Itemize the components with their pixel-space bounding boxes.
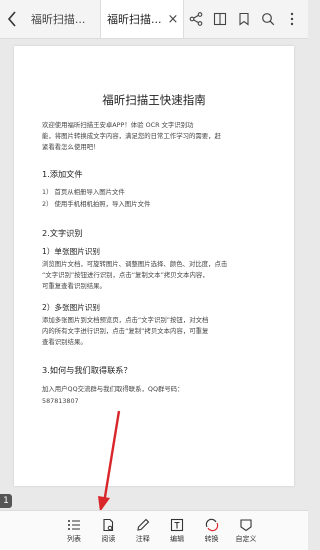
intro-line-1: 欢迎使用福昕扫描王安卓APP！体验 OCR 文字识别功 [42, 121, 194, 129]
section-2-sub-1: 1）单张图片识别 [42, 247, 100, 256]
annotate-icon [137, 518, 150, 531]
intro-line-3: 紧看看怎么使用吧！ [42, 143, 100, 151]
section-2-sub-1-line-1: 浏览图片文档，可旋转图片、调整图片选择、颜色、对比度，点击 [42, 260, 228, 268]
list-label: 列表 [67, 534, 81, 543]
intro-line-2: 能，将图片转换成文字内容，满足您的日常工作学习的需要，赶 [42, 132, 221, 140]
share-button[interactable] [184, 7, 208, 31]
section-2-sub-1-line-2: “文字识别”按钮进行识别，点击“复制文本”拷贝文本内容， [42, 271, 209, 279]
bookmark-icon [239, 12, 249, 26]
customize-label: 自定义 [235, 534, 257, 543]
split-view-icon [213, 12, 227, 26]
split-view-button[interactable] [208, 7, 232, 31]
section-1-item-2: 2） 使用手机相机拍照，导入图片文件 [42, 200, 151, 208]
customize-icon [240, 518, 252, 531]
tab-label: 福昕扫描... [107, 13, 162, 26]
section-1-item-1: 1） 首页从相册导入图片文件 [42, 188, 125, 196]
section-2-heading: 2.文字识别 [42, 228, 83, 238]
convert-icon [205, 518, 218, 531]
chevron-left-icon [8, 11, 17, 27]
read-label: 阅读 [101, 534, 116, 543]
customize-button[interactable]: 自定义 [232, 511, 260, 550]
convert-button[interactable]: 转换 [198, 511, 226, 550]
search-icon [262, 13, 275, 26]
tab-document-2[interactable]: 福昕扫描... × [100, 0, 184, 38]
close-tab-icon[interactable]: × [168, 12, 179, 27]
more-button[interactable] [280, 7, 304, 31]
read-button[interactable]: 阅读 [94, 511, 122, 550]
section-2-sub-2-line-1: 添加多张图片到文档预览页，点击“文字识别”按钮，对文档 [42, 316, 209, 324]
tab-label: 福昕扫描... [30, 13, 86, 26]
more-vertical-icon [290, 12, 294, 26]
convert-label: 转换 [204, 534, 219, 543]
document-page[interactable]: 福昕扫描王快速指南 欢迎使用福昕扫描王安卓APP！体验 OCR 文字识别功 能，… [14, 46, 294, 486]
annotate-button[interactable]: 注释 [129, 511, 157, 550]
bookmark-button[interactable] [232, 7, 256, 31]
section-3-line-1: 加入用户QQ交流群与我们取得联系，QQ群号码： [42, 385, 184, 393]
bottom-toolbar: 列表 阅读 注释 编辑 转换 自定义 [0, 510, 308, 550]
share-icon [189, 12, 203, 26]
top-bar: 福昕扫描... 福昕扫描... × [0, 0, 308, 39]
edit-button[interactable]: 编辑 [163, 511, 191, 550]
list-icon [68, 519, 80, 530]
search-button[interactable] [256, 7, 280, 31]
section-3-line-2: 587813807 [42, 397, 79, 405]
section-2-sub-2: 2）多张图片识别 [42, 303, 100, 312]
annotate-label: 注释 [135, 534, 150, 543]
edit-icon [171, 518, 184, 531]
section-1-heading: 1.添加文件 [42, 169, 83, 179]
section-2-sub-2-line-3: 查看识别结果。 [42, 338, 87, 346]
back-button[interactable] [0, 0, 25, 38]
section-2-sub-1-line-3: 可重复查看识别结果。 [42, 282, 106, 290]
document-title: 福昕扫描王快速指南 [102, 93, 206, 107]
section-3-heading: 3.如何与我们取得联系？ [42, 365, 132, 375]
page-number-indicator[interactable]: 1 [0, 494, 12, 508]
edit-label: 编辑 [170, 534, 185, 543]
list-button[interactable]: 列表 [60, 511, 88, 550]
section-2-sub-2-line-2: 内的所有文字进行识别，点击“复制”拷贝文本内容，可重复 [42, 327, 209, 335]
tab-document-1[interactable]: 福昕扫描... [25, 0, 100, 38]
read-icon [103, 518, 114, 531]
